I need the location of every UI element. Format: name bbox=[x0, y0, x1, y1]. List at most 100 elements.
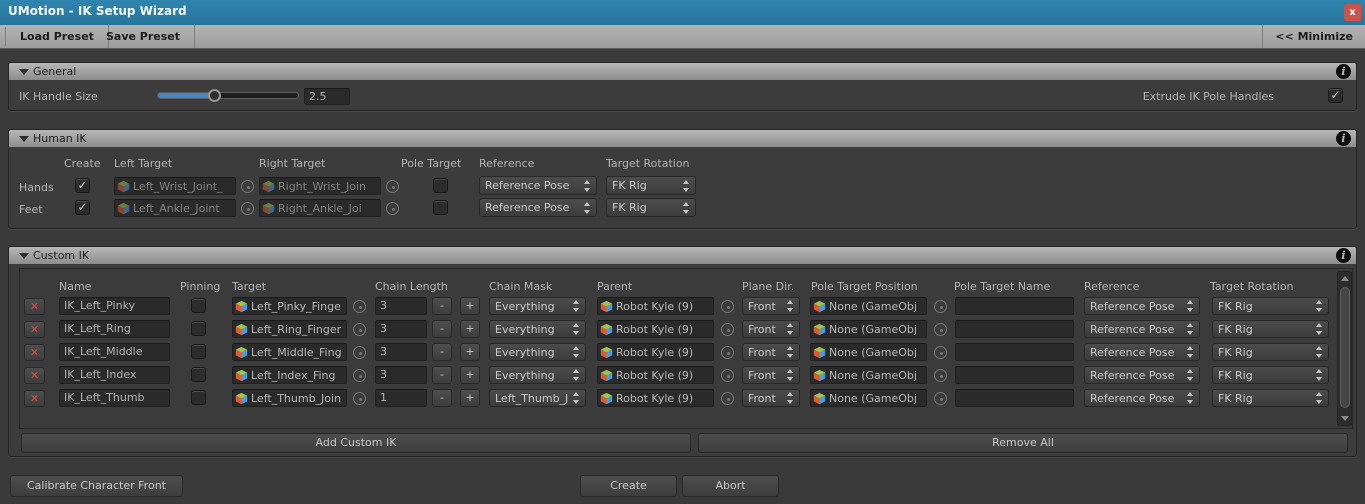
chain-length-minus-button[interactable]: - bbox=[432, 297, 452, 315]
object-picker-icon[interactable] bbox=[934, 323, 947, 336]
target-rotation-dropdown[interactable]: FK Rig bbox=[1212, 297, 1329, 315]
target-rotation-dropdown[interactable]: FK Rig bbox=[1212, 343, 1329, 361]
human-ik-section-header[interactable]: Human IK i bbox=[9, 130, 1356, 147]
object-picker-icon[interactable] bbox=[386, 202, 399, 215]
slider-thumb[interactable] bbox=[208, 89, 221, 102]
delete-row-button[interactable]: ✕ bbox=[24, 344, 45, 361]
pole-target-checkbox[interactable] bbox=[433, 200, 448, 215]
pole-target-position-object-field[interactable]: None (GameObj bbox=[810, 297, 927, 315]
target-object-field[interactable]: Left_Middle_Fing bbox=[232, 343, 347, 361]
pinning-checkbox[interactable] bbox=[191, 367, 206, 382]
delete-row-button[interactable]: ✕ bbox=[24, 298, 45, 315]
object-picker-icon[interactable] bbox=[934, 369, 947, 382]
chain-mask-dropdown[interactable]: Everything bbox=[489, 366, 586, 384]
pinning-checkbox[interactable] bbox=[191, 321, 206, 336]
reference-dropdown[interactable]: Reference Pose bbox=[1084, 343, 1200, 361]
object-picker-icon[interactable] bbox=[721, 300, 734, 313]
name-field[interactable]: IK_Left_Index bbox=[59, 366, 170, 384]
reference-dropdown[interactable]: Reference Pose bbox=[1084, 366, 1200, 384]
delete-row-button[interactable]: ✕ bbox=[24, 367, 45, 384]
chain-mask-dropdown[interactable]: Everything bbox=[489, 297, 586, 315]
parent-object-field[interactable]: Robot Kyle (9) bbox=[597, 297, 714, 315]
chain-mask-dropdown[interactable]: Everything bbox=[489, 343, 586, 361]
chain-mask-dropdown[interactable]: Left_Thumb_Jo bbox=[489, 389, 586, 407]
target-rotation-dropdown[interactable]: FK Rig bbox=[1212, 366, 1329, 384]
right-target-object-field[interactable]: Right_Wrist_Join bbox=[259, 177, 381, 195]
pole-target-name-field[interactable] bbox=[955, 297, 1074, 315]
chain-mask-dropdown[interactable]: Everything bbox=[489, 320, 586, 338]
create-checkbox[interactable]: ✓ bbox=[75, 178, 90, 193]
delete-row-button[interactable]: ✕ bbox=[24, 390, 45, 407]
scroll-up-icon[interactable] bbox=[1338, 273, 1351, 285]
ik-handle-size-slider[interactable] bbox=[158, 89, 298, 102]
extrude-ik-pole-handles-checkbox[interactable]: ✓ bbox=[1328, 88, 1343, 103]
target-rotation-dropdown[interactable]: FK Rig bbox=[606, 176, 696, 195]
save-preset-button[interactable]: Save Preset bbox=[92, 25, 195, 48]
pole-target-position-object-field[interactable]: None (GameObj bbox=[810, 320, 927, 338]
parent-object-field[interactable]: Robot Kyle (9) bbox=[597, 366, 714, 384]
chain-length-minus-button[interactable]: - bbox=[432, 320, 452, 338]
create-checkbox[interactable]: ✓ bbox=[75, 200, 90, 215]
pole-target-position-object-field[interactable]: None (GameObj bbox=[810, 389, 927, 407]
parent-object-field[interactable]: Robot Kyle (9) bbox=[597, 343, 714, 361]
plane-dir-dropdown[interactable]: Front bbox=[742, 320, 800, 338]
add-custom-ik-button[interactable]: Add Custom IK bbox=[21, 433, 691, 453]
chain-length-plus-button[interactable]: + bbox=[460, 297, 480, 315]
reference-dropdown[interactable]: Reference Pose bbox=[479, 198, 597, 217]
delete-row-button[interactable]: ✕ bbox=[24, 321, 45, 338]
chain-length-minus-button[interactable]: - bbox=[432, 389, 452, 407]
target-object-field[interactable]: Left_Pinky_Finge bbox=[232, 297, 347, 315]
chain-length-plus-button[interactable]: + bbox=[460, 389, 480, 407]
object-picker-icon[interactable] bbox=[353, 369, 366, 382]
reference-dropdown[interactable]: Reference Pose bbox=[479, 176, 597, 195]
pole-target-position-object-field[interactable]: None (GameObj bbox=[810, 366, 927, 384]
info-icon[interactable]: i bbox=[1336, 248, 1351, 263]
target-object-field[interactable]: Left_Index_Fing bbox=[232, 366, 347, 384]
name-field[interactable]: IK_Left_Ring bbox=[59, 320, 170, 338]
name-field[interactable]: IK_Left_Middle bbox=[59, 343, 170, 361]
plane-dir-dropdown[interactable]: Front bbox=[742, 389, 800, 407]
right-target-object-field[interactable]: Right_Ankle_Joi bbox=[259, 199, 381, 217]
name-field[interactable]: IK_Left_Thumb bbox=[59, 389, 170, 407]
pinning-checkbox[interactable] bbox=[191, 344, 206, 359]
target-rotation-dropdown[interactable]: FK Rig bbox=[606, 198, 696, 217]
object-picker-icon[interactable] bbox=[934, 346, 947, 359]
chain-length-field[interactable]: 3 bbox=[375, 343, 427, 361]
target-object-field[interactable]: Left_Ring_Finger bbox=[232, 320, 347, 338]
minimize-button[interactable]: << Minimize bbox=[1262, 25, 1365, 48]
name-field[interactable]: IK_Left_Pinky bbox=[59, 297, 170, 315]
remove-all-button[interactable]: Remove All bbox=[698, 433, 1348, 453]
calibrate-character-front-button[interactable]: Calibrate Character Front bbox=[10, 475, 183, 497]
chain-length-field[interactable]: 3 bbox=[375, 297, 427, 315]
reference-dropdown[interactable]: Reference Pose bbox=[1084, 320, 1200, 338]
scrollbar-thumb[interactable] bbox=[1340, 287, 1350, 408]
chain-length-minus-button[interactable]: - bbox=[432, 366, 452, 384]
plane-dir-dropdown[interactable]: Front bbox=[742, 366, 800, 384]
ik-handle-size-value-field[interactable]: 2.5 bbox=[304, 88, 350, 105]
reference-dropdown[interactable]: Reference Pose bbox=[1084, 297, 1200, 315]
chain-length-plus-button[interactable]: + bbox=[460, 366, 480, 384]
pinning-checkbox[interactable] bbox=[191, 390, 206, 405]
chain-length-field[interactable]: 3 bbox=[375, 320, 427, 338]
pole-target-name-field[interactable] bbox=[955, 320, 1074, 338]
abort-button[interactable]: Abort bbox=[682, 475, 779, 497]
object-picker-icon[interactable] bbox=[721, 346, 734, 359]
pole-target-name-field[interactable] bbox=[955, 389, 1074, 407]
vertical-scrollbar[interactable] bbox=[1337, 271, 1352, 426]
object-picker-icon[interactable] bbox=[721, 369, 734, 382]
target-rotation-dropdown[interactable]: FK Rig bbox=[1212, 320, 1329, 338]
left-target-object-field[interactable]: Left_Wrist_Joint_ bbox=[114, 177, 236, 195]
object-picker-icon[interactable] bbox=[353, 346, 366, 359]
create-button[interactable]: Create bbox=[580, 475, 677, 497]
custom-ik-section-header[interactable]: Custom IK i bbox=[9, 247, 1356, 264]
object-picker-icon[interactable] bbox=[934, 392, 947, 405]
object-picker-icon[interactable] bbox=[353, 300, 366, 313]
plane-dir-dropdown[interactable]: Front bbox=[742, 297, 800, 315]
object-picker-icon[interactable] bbox=[721, 323, 734, 336]
pole-target-name-field[interactable] bbox=[955, 366, 1074, 384]
object-picker-icon[interactable] bbox=[241, 180, 254, 193]
reference-dropdown[interactable]: Reference Pose bbox=[1084, 389, 1200, 407]
pinning-checkbox[interactable] bbox=[191, 298, 206, 313]
plane-dir-dropdown[interactable]: Front bbox=[742, 343, 800, 361]
target-rotation-dropdown[interactable]: FK Rig bbox=[1212, 389, 1329, 407]
